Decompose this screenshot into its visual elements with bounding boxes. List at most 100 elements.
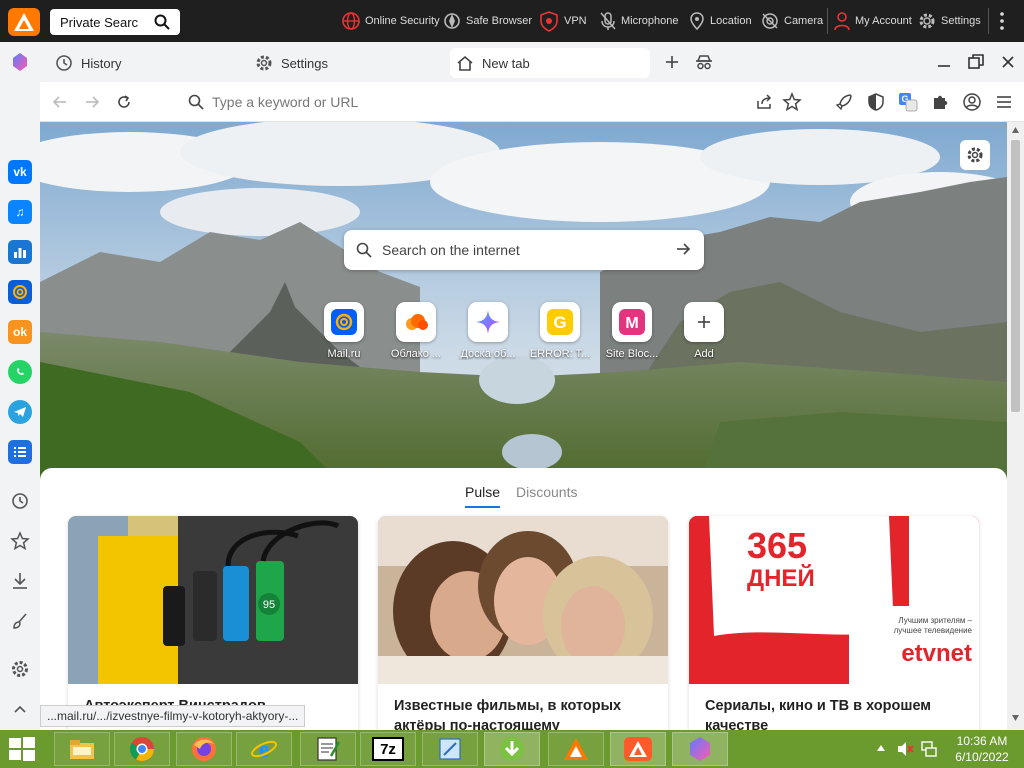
history-icon[interactable] [9, 490, 31, 512]
whatsapp-icon[interactable] [8, 360, 32, 384]
speed-dial-add[interactable]: Add [668, 302, 740, 360]
windows-start-icon[interactable] [8, 736, 36, 762]
tray-chevron-up-icon[interactable] [876, 744, 886, 752]
private-search-box[interactable]: Private Searc [50, 9, 180, 35]
share-icon[interactable] [754, 92, 774, 112]
volume-muted-icon[interactable] [896, 740, 914, 758]
download-manager-icon[interactable] [484, 732, 540, 766]
news-card[interactable]: 365 ДНЕЙ Лучшим зрителям – лучшее телеви… [689, 516, 979, 730]
online-security-label: Online Security [365, 15, 440, 27]
my-account-item[interactable]: My Account [833, 10, 912, 32]
speed-dial-mailru[interactable]: Mail.ru [308, 302, 380, 360]
avast-browser-icon[interactable] [610, 732, 666, 766]
more-vertical-icon[interactable] [998, 11, 1006, 31]
mail-at-icon[interactable] [8, 280, 32, 304]
internet-explorer-icon[interactable]: e [236, 732, 292, 766]
cloud-icon [396, 302, 436, 342]
seven-zip-label: 7z [372, 737, 404, 761]
bookmarks-star-icon[interactable] [9, 530, 31, 552]
speed-dial-error[interactable]: G ERROR: T... [524, 302, 596, 360]
restore-icon[interactable] [966, 52, 986, 72]
vpn-item[interactable]: VPN [538, 10, 587, 32]
sparkle-star-icon [468, 302, 508, 342]
menu-hamburger-icon[interactable] [994, 92, 1014, 112]
odnoklassniki-icon[interactable]: ok [8, 320, 32, 344]
scroll-up-arrow-icon[interactable] [1011, 126, 1020, 134]
extensions-puzzle-icon[interactable] [930, 92, 950, 112]
news-card[interactable]: 95 Автоэксперт Винстрадов [68, 516, 358, 730]
bookmark-star-icon[interactable] [782, 92, 802, 112]
link-status-url: ...mail.ru/.../izvestnye-filmy-v-kotoryh… [40, 705, 306, 727]
atom-browser-icon[interactable] [672, 732, 728, 766]
back-arrow-icon[interactable] [50, 92, 70, 112]
url-input[interactable]: Type a keyword or URL [188, 90, 608, 114]
minimize-icon[interactable] [934, 52, 954, 72]
safe-browser-item[interactable]: Safe Browser [442, 10, 532, 32]
firefox-icon[interactable] [176, 732, 232, 766]
microphone-item[interactable]: Microphone [599, 10, 678, 32]
home-icon [456, 54, 474, 72]
vk-icon[interactable]: vk [8, 160, 32, 184]
profile-icon[interactable] [962, 92, 982, 112]
tab-history[interactable]: History [55, 50, 121, 76]
editor-icon[interactable] [422, 732, 478, 766]
shield-icon[interactable] [866, 92, 886, 112]
speed-dial-cloud[interactable]: Облако ... [380, 302, 452, 360]
globe-security-icon [341, 11, 361, 31]
list-icon[interactable] [8, 440, 32, 464]
tab-pulse[interactable]: Pulse [465, 484, 501, 508]
arrow-right-icon[interactable] [674, 240, 692, 258]
system-clock[interactable]: 10:36 AM 6/10/2022 [946, 733, 1018, 765]
download-icon[interactable] [9, 570, 31, 592]
reload-icon[interactable] [114, 92, 134, 112]
translate-icon[interactable]: G [898, 92, 918, 112]
avast-logo-icon[interactable] [8, 8, 40, 36]
browser-logo-icon[interactable] [10, 52, 30, 72]
speed-dial-label: Mail.ru [327, 348, 361, 360]
avast-icon[interactable] [548, 732, 604, 766]
notepad-plus-icon[interactable] [300, 732, 356, 766]
ad-headline-word: ДНЕЙ [747, 564, 815, 592]
brush-icon[interactable] [9, 610, 31, 632]
search-icon [356, 242, 372, 258]
close-icon[interactable] [998, 52, 1018, 72]
network-icon[interactable] [920, 740, 938, 758]
speed-dial-site-blocker[interactable]: M Site Bloc... [596, 302, 668, 360]
tab-discounts[interactable]: Discounts [516, 484, 577, 500]
svg-text:M: M [625, 315, 638, 332]
search-icon[interactable] [154, 14, 170, 30]
news-card[interactable]: Известные фильмы, в которых актёры по-на… [378, 516, 668, 730]
background-mountain-image: Search on the internet Mail.ru Облако ..… [40, 122, 1007, 482]
incognito-icon[interactable] [695, 53, 713, 71]
chevron-up-icon[interactable] [9, 698, 31, 720]
tab-new-tab[interactable]: New tab [450, 48, 650, 78]
scrollbar-thumb[interactable] [1011, 140, 1020, 412]
speed-dial-label: Add [694, 348, 714, 360]
music-icon[interactable]: ♫ [8, 200, 32, 224]
tab-settings[interactable]: Settings [255, 50, 328, 76]
speed-dial-board[interactable]: Доска об... [452, 302, 524, 360]
clock-time: 10:36 AM [956, 734, 1008, 748]
forward-arrow-icon[interactable] [82, 92, 102, 112]
add-tab-icon[interactable] [664, 54, 680, 70]
location-item[interactable]: Location [688, 10, 752, 32]
seven-zip-icon[interactable]: 7z [360, 732, 416, 766]
stats-icon[interactable] [8, 240, 32, 264]
gear-icon[interactable] [9, 658, 31, 680]
chrome-icon[interactable] [114, 732, 170, 766]
scroll-down-arrow-icon[interactable] [1011, 714, 1020, 722]
online-security-item[interactable]: Online Security [341, 10, 440, 32]
private-search-input[interactable]: Private Searc [60, 15, 140, 30]
ad-tagline-1: Лучшим зрителям – [898, 616, 972, 625]
vertical-scrollbar[interactable] [1007, 122, 1024, 730]
customize-page-button[interactable] [960, 140, 990, 170]
file-explorer-icon[interactable] [54, 732, 110, 766]
svg-text:e: e [259, 737, 270, 763]
rocket-icon[interactable] [834, 92, 854, 112]
telegram-icon[interactable] [8, 400, 32, 424]
letter-g-icon: G [540, 302, 580, 342]
tab-new-tab-label: New tab [482, 55, 530, 71]
camera-item[interactable]: Camera [760, 10, 823, 32]
internet-search-box[interactable]: Search on the internet [344, 230, 704, 270]
settings-item[interactable]: Settings [917, 10, 981, 32]
